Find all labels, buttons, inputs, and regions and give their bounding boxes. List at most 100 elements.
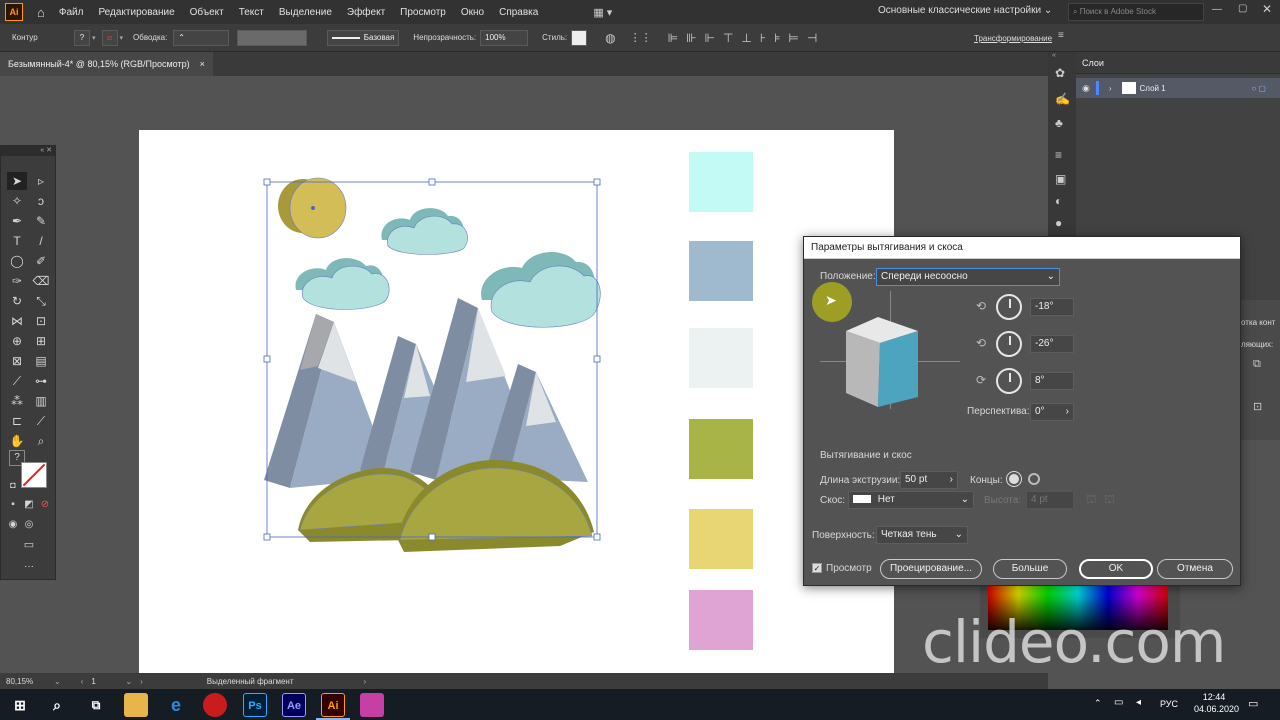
windows-taskbar: ⊞ ⌕ ⧉ e Ps Ae Ai ⌃ ▭ ◂ РУС 12:44 04.06.2… xyxy=(0,689,1280,720)
bevel-value: Нет xyxy=(877,494,895,505)
artboard-number[interactable]: 1 xyxy=(91,677,121,686)
brushes-panel-icon[interactable]: ✍ xyxy=(1055,92,1070,106)
surface-value: Четкая тень xyxy=(881,529,937,540)
preview-label: Просмотр xyxy=(826,563,872,574)
expand-icon[interactable]: ⊡ xyxy=(1253,400,1262,413)
bevel-preview-icon xyxy=(853,495,871,504)
bevel-in-icon: ⛫ xyxy=(1104,492,1116,506)
depth-field[interactable]: 50 pt › xyxy=(900,471,958,489)
appearance-panel-icon[interactable]: ● xyxy=(1055,216,1062,230)
layer-thumbnail xyxy=(1121,82,1136,94)
file-explorer-icon[interactable] xyxy=(124,693,148,717)
stroke-panel-icon[interactable]: ≡ xyxy=(1055,148,1062,162)
notifications-icon[interactable]: ▭ xyxy=(1248,697,1258,710)
cloud-left[interactable] xyxy=(295,258,390,310)
edge-browser-icon[interactable]: e xyxy=(164,693,188,717)
bevel-label: Скос: xyxy=(820,495,846,506)
status-bar: 80,15% ⌄ ‹ 1 ⌄ › Выделенный фрагмент › xyxy=(0,673,1048,689)
language-indicator[interactable]: РУС xyxy=(1160,699,1178,709)
map-art-button[interactable]: Проецирование... xyxy=(880,559,982,579)
layer-row[interactable]: ◉ › Слой 1 ○ ▢ xyxy=(1076,78,1280,98)
rotate-x-dial[interactable] xyxy=(996,294,1022,320)
expand-chevron-icon[interactable]: › xyxy=(1109,84,1112,93)
clock-time: 12:44 xyxy=(1202,692,1226,702)
color-swatch-5[interactable] xyxy=(689,509,753,569)
position-label: Положение: xyxy=(820,271,876,282)
layer-name[interactable]: Слой 1 xyxy=(1140,84,1166,93)
perspective-value: 0° xyxy=(1035,406,1045,417)
after-effects-icon[interactable]: Ae xyxy=(282,693,306,717)
caps-label: Концы: xyxy=(970,475,1003,486)
extrude-section-label: Вытягивание и скос xyxy=(820,450,912,461)
gradient-panel-icon[interactable]: ▣ xyxy=(1055,172,1066,186)
surface-select[interactable]: Четкая тень ⌄ xyxy=(876,526,968,544)
depth-label: Длина экструзии: xyxy=(820,475,901,486)
rotate-y-field[interactable]: -26° xyxy=(1030,335,1074,353)
volume-icon[interactable]: ◂ xyxy=(1136,697,1141,708)
cloud-right[interactable] xyxy=(481,251,601,328)
depth-value: 50 pt xyxy=(905,474,928,485)
zoom-dropdown-icon[interactable]: ⌄ xyxy=(54,677,61,686)
preview-checkbox[interactable]: ✓ xyxy=(812,563,822,573)
rotate-z-dial[interactable] xyxy=(996,368,1022,394)
next-artboard-icon[interactable]: › xyxy=(140,677,143,686)
target-icon[interactable]: ○ ▢ xyxy=(1251,84,1266,93)
illustrator-icon[interactable]: Ai xyxy=(321,693,345,717)
screen-recorder-icon[interactable] xyxy=(360,693,384,717)
chevron-right-icon: › xyxy=(949,474,953,485)
layers-tab-label: Слои xyxy=(1082,58,1104,68)
partial-label-2: ляющих: xyxy=(1241,340,1274,349)
color-swatch-4[interactable] xyxy=(689,419,753,479)
perspective-field[interactable]: 0° › xyxy=(1030,403,1074,421)
status-menu-icon[interactable]: › xyxy=(364,677,367,686)
dialog-title: Параметры вытягивания и скоса xyxy=(804,237,1240,259)
strip-collapse-icon[interactable]: « xyxy=(1048,52,1076,59)
rotate-x-field[interactable]: -18° xyxy=(1030,298,1074,316)
position-select[interactable]: Спереди несоосно ⌄ xyxy=(876,268,1060,286)
task-view-icon[interactable]: ⧉ xyxy=(84,693,108,717)
network-icon[interactable]: ▭ xyxy=(1114,697,1123,708)
symbols-panel-icon[interactable]: ♣ xyxy=(1055,116,1063,130)
search-icon[interactable]: ⌕ xyxy=(45,693,69,717)
height-label: Высота: xyxy=(984,495,1022,506)
chevron-down-icon: ⌄ xyxy=(954,529,963,540)
color-swatch-1[interactable] xyxy=(689,152,753,212)
chevron-down-icon: ⌄ xyxy=(960,494,969,505)
windows-start-icon[interactable]: ⊞ xyxy=(8,693,32,717)
cap-off-icon[interactable] xyxy=(1028,473,1040,485)
cancel-button[interactable]: Отмена xyxy=(1157,559,1233,579)
rotate-z-icon: ⟳ xyxy=(976,373,987,387)
cap-on-icon[interactable] xyxy=(1007,472,1021,486)
rotate-y-dial[interactable] xyxy=(996,331,1022,357)
height-field: 4 pt xyxy=(1026,491,1074,509)
pathfinder-icon[interactable]: ⧉ xyxy=(1253,358,1261,371)
artboard-dropdown-icon[interactable]: ⌄ xyxy=(125,677,132,686)
clock-date: 04.06.2020 xyxy=(1194,704,1240,714)
zoom-field[interactable]: 80,15% xyxy=(6,677,50,686)
color-swatch-3[interactable] xyxy=(689,328,753,388)
color-swatch-2[interactable] xyxy=(689,241,753,301)
ok-button[interactable]: OK xyxy=(1079,559,1153,579)
clock[interactable]: 12:44 04.06.2020 xyxy=(1194,691,1240,715)
visibility-eye-icon[interactable]: ◉ xyxy=(1082,83,1090,94)
chevron-right-icon: › xyxy=(1065,406,1069,417)
layer-color-bar xyxy=(1095,81,1099,95)
position-select-value: Спереди несоосно xyxy=(881,271,968,282)
sun-shape[interactable] xyxy=(278,177,347,239)
color-swatch-6[interactable] xyxy=(689,590,753,650)
rotate-z-field[interactable]: 8° xyxy=(1030,372,1074,390)
color-panel-icon[interactable]: ✿ xyxy=(1055,66,1065,80)
transparency-panel-icon[interactable]: ◐ xyxy=(1055,194,1062,208)
surface-label: Поверхность: xyxy=(812,530,875,541)
bevel-select[interactable]: Нет ⌄ xyxy=(848,491,974,509)
layers-tab[interactable]: Слои xyxy=(1076,52,1280,74)
watermark: clideo.com xyxy=(922,608,1226,676)
tray-arrow-icon[interactable]: ⌃ xyxy=(1094,698,1102,709)
photoshop-icon[interactable]: Ps xyxy=(243,693,267,717)
prev-artboard-icon[interactable]: ‹ xyxy=(81,677,84,686)
rotate-y-icon: ⟲ xyxy=(976,336,987,350)
opera-browser-icon[interactable] xyxy=(203,693,227,717)
rotate-x-icon: ⟲ xyxy=(976,299,987,313)
more-options-button[interactable]: Больше xyxy=(993,559,1067,579)
cloud-small[interactable] xyxy=(381,208,468,255)
